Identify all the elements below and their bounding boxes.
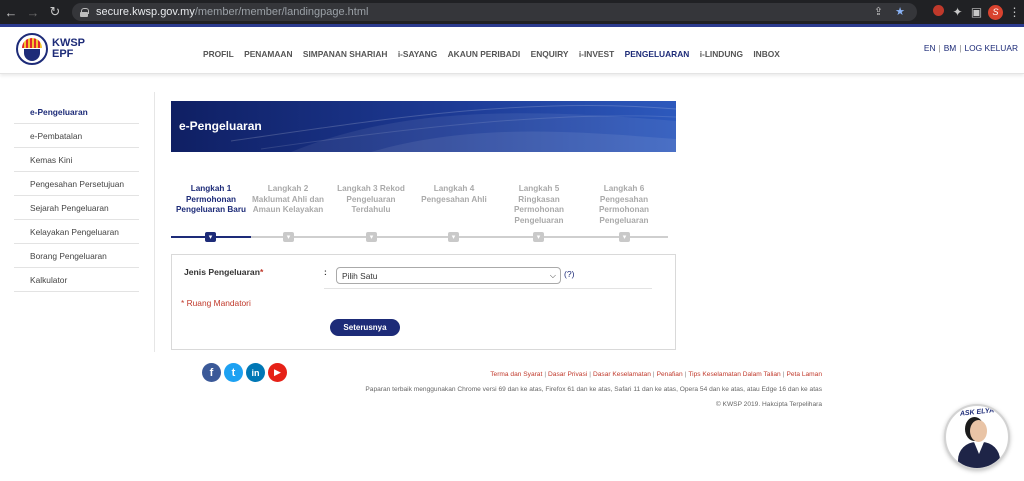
kebab-menu-icon[interactable]: ⋮ bbox=[1005, 5, 1024, 19]
step-5-label: Langkah 5 Ringkasan Permohonan Pengeluar… bbox=[513, 184, 565, 225]
step-4-marker-icon: ▾ bbox=[448, 232, 459, 242]
social-links: f t in ▶ bbox=[202, 363, 290, 382]
footer-link-keselamatan[interactable]: Dasar Keselamatan bbox=[593, 371, 651, 378]
reload-icon[interactable]: ↻ bbox=[44, 0, 66, 24]
facebook-icon[interactable]: f bbox=[202, 363, 221, 382]
nav-i-invest[interactable]: i-INVEST bbox=[579, 49, 614, 59]
sidebar-item-e-pengeluaran[interactable]: e-Pengeluaran bbox=[14, 100, 139, 124]
step-wizard: Langkah 1 Permohonan Pengeluaran Baru La… bbox=[171, 184, 668, 244]
copyright: © KWSP 2019. Hakcipta Terpelihara bbox=[715, 401, 822, 408]
browser-toolbar: ← → ↻ secure.kwsp.gov.my/member/member/l… bbox=[0, 0, 1024, 24]
step-2-marker-icon: ▾ bbox=[283, 232, 294, 242]
sidebar-item-kelayakan-pengeluaran[interactable]: Kelayakan Pengeluaran bbox=[14, 220, 139, 244]
footer-links: Terma dan Syarat | Dasar Privasi | Dasar Kes… bbox=[490, 371, 822, 378]
share-icon[interactable]: ⇪ bbox=[874, 5, 883, 18]
footer-link-penafian[interactable]: Penafian bbox=[657, 371, 683, 378]
sidepanel-icon[interactable]: ▣ bbox=[967, 5, 986, 19]
extension-icon[interactable] bbox=[929, 5, 948, 19]
footer-link-tips[interactable]: Tips Keselamatan Dalam Talian bbox=[688, 371, 780, 378]
puzzle-icon[interactable]: ✦ bbox=[948, 5, 967, 19]
url-path: /member/member/landingpage.html bbox=[194, 6, 369, 18]
site-header: KWSP EPF PROFIL PENAMAAN SIMPANAN SHARIA… bbox=[0, 24, 1024, 74]
step-2-label: Langkah 2 Maklumat Ahli dan Amaun Kelaya… bbox=[251, 184, 325, 214]
browser-actions: ✦ ▣ S ⋮ bbox=[929, 0, 1024, 24]
logout-link[interactable]: LOG KELUAR bbox=[964, 43, 1018, 53]
address-bar[interactable]: secure.kwsp.gov.my/member/member/landing… bbox=[72, 3, 917, 21]
footer-link-privasi[interactable]: Dasar Privasi bbox=[548, 371, 587, 378]
bookmark-star-icon[interactable]: ★ bbox=[895, 5, 905, 18]
footer-link-peta-laman[interactable]: Peta Laman bbox=[786, 371, 822, 378]
sidebar-divider bbox=[154, 92, 155, 352]
kwsp-logo[interactable]: KWSP EPF bbox=[16, 32, 88, 66]
seterusnya-button[interactable]: Seterusnya bbox=[330, 319, 400, 336]
lock-icon bbox=[80, 7, 89, 17]
nav-inbox[interactable]: INBOX bbox=[753, 49, 780, 59]
sidebar-item-borang-pengeluaran[interactable]: Borang Pengeluaran bbox=[14, 244, 139, 268]
lang-bm-link[interactable]: BM bbox=[944, 43, 957, 53]
jenis-pengeluaran-label: Jenis Pengeluaran* bbox=[184, 267, 264, 277]
sidebar-item-e-pembatalan[interactable]: e-Pembatalan bbox=[14, 124, 139, 148]
jenis-pengeluaran-select[interactable]: Pilih Satu ⌵ bbox=[336, 267, 561, 284]
page-title: e-Pengeluaran bbox=[179, 119, 262, 133]
select-value: Pilih Satu bbox=[342, 270, 378, 281]
step-1-label: Langkah 1 Permohonan Pengeluaran Baru bbox=[175, 184, 247, 214]
step-6-marker-icon: ▾ bbox=[619, 232, 630, 242]
sidebar-item-kalkulator[interactable]: Kalkulator bbox=[14, 268, 139, 292]
step-3-label: Langkah 3 Rekod Pengeluaran Terdahulu bbox=[337, 184, 405, 214]
help-link[interactable]: (?) bbox=[564, 269, 575, 279]
ask-elya-label: ASK ELYA bbox=[959, 407, 995, 418]
lang-en-link[interactable]: EN bbox=[924, 43, 936, 53]
footer-link-terma[interactable]: Terma dan Syarat bbox=[490, 371, 542, 378]
field-underline bbox=[324, 288, 652, 289]
youtube-icon[interactable]: ▶ bbox=[268, 363, 287, 382]
step-3-marker-icon: ▾ bbox=[366, 232, 377, 242]
ask-elya-chat-button[interactable]: ASK ELYA bbox=[944, 404, 1010, 470]
nav-i-sayang[interactable]: i-SAYANG bbox=[398, 49, 437, 59]
step-1-marker-icon: ▾ bbox=[205, 232, 216, 242]
sidebar-item-pengesahan-persetujuan[interactable]: Pengesahan Persetujuan bbox=[14, 172, 139, 196]
header-accent-line bbox=[0, 24, 1024, 27]
nav-penamaan[interactable]: PENAMAAN bbox=[244, 49, 292, 59]
logo-text-epf: EPF bbox=[52, 48, 74, 60]
withdrawal-form: Jenis Pengeluaran* : Pilih Satu ⌵ (?) * … bbox=[171, 254, 676, 350]
sidebar-item-sejarah-pengeluaran[interactable]: Sejarah Pengeluaran bbox=[14, 196, 139, 220]
back-icon[interactable]: ← bbox=[0, 0, 22, 24]
nav-pengeluaran[interactable]: PENGELUARAN bbox=[625, 49, 690, 59]
linkedin-icon[interactable]: in bbox=[246, 363, 265, 382]
kwsp-emblem-icon bbox=[16, 33, 48, 65]
url-host: secure.kwsp.gov.my bbox=[96, 6, 195, 18]
main-nav: PROFIL PENAMAAN SIMPANAN SHARIAH i-SAYAN… bbox=[203, 49, 790, 59]
twitter-icon[interactable]: t bbox=[224, 363, 243, 382]
elya-avatar-head bbox=[970, 420, 987, 442]
label-colon: : bbox=[324, 267, 327, 277]
nav-profil[interactable]: PROFIL bbox=[203, 49, 234, 59]
sidebar-item-kemas-kini[interactable]: Kemas Kini bbox=[14, 148, 139, 172]
chevron-down-icon: ⌵ bbox=[549, 271, 556, 280]
browser-support-note: Paparan terbaik menggunakan Chrome versi… bbox=[365, 386, 822, 393]
mandatory-note: * Ruang Mandatori bbox=[181, 298, 251, 308]
language-bar: EN | BM | LOG KELUAR bbox=[923, 43, 1018, 53]
page-banner: e-Pengeluaran bbox=[171, 101, 676, 152]
nav-akaun-peribadi[interactable]: AKAUN PERIBADI bbox=[448, 49, 521, 59]
step-4-label: Langkah 4 Pengesahan Ahli bbox=[421, 184, 487, 204]
step-6-label: Langkah 6 Pengesahan Permohonan Pengelua… bbox=[598, 184, 650, 225]
nav-i-lindung[interactable]: i-LINDUNG bbox=[700, 49, 743, 59]
nav-simpanan-shariah[interactable]: SIMPANAN SHARIAH bbox=[303, 49, 388, 59]
sidebar-menu: e-Pengeluaran e-Pembatalan Kemas Kini Pe… bbox=[14, 100, 139, 292]
forward-icon[interactable]: → bbox=[22, 0, 44, 24]
nav-enquiry[interactable]: ENQUIRY bbox=[531, 49, 569, 59]
profile-avatar[interactable]: S bbox=[986, 4, 1005, 20]
step-5-marker-icon: ▾ bbox=[533, 232, 544, 242]
